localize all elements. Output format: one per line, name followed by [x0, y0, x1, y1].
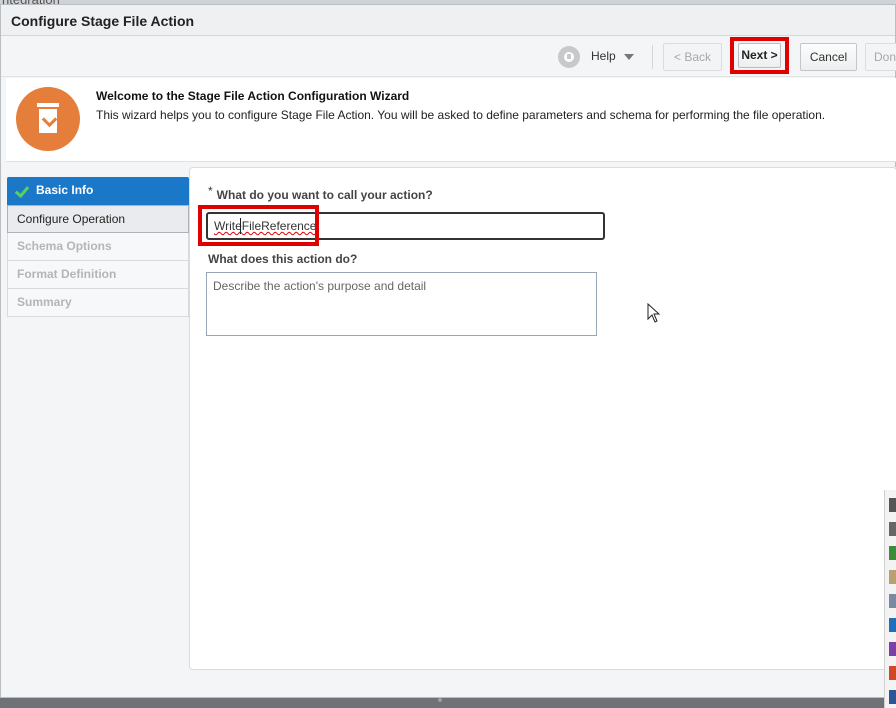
- resize-grip[interactable]: [438, 698, 442, 702]
- help-label: Help: [591, 49, 616, 63]
- wizard-toolbar: Help < Back Next > Cancel Done: [1, 37, 896, 77]
- step-configure-operation[interactable]: Configure Operation: [7, 205, 189, 233]
- toolbar-divider: [652, 45, 653, 69]
- back-button[interactable]: < Back: [663, 43, 722, 71]
- printer-icon[interactable]: [889, 594, 896, 608]
- chevron-down-icon: [623, 54, 634, 60]
- chart-icon[interactable]: [889, 546, 896, 560]
- step-label: Configure Operation: [17, 212, 126, 226]
- step-summary: Summary: [7, 289, 189, 317]
- powerpoint-icon[interactable]: [889, 666, 896, 680]
- required-marker: *: [208, 184, 213, 198]
- outlook-icon[interactable]: [889, 618, 896, 632]
- welcome-heading: Welcome to the Stage File Action Configu…: [96, 89, 410, 103]
- next-button-highlight: Next >: [730, 37, 789, 74]
- done-button[interactable]: Done: [865, 43, 896, 71]
- desktop-taskbar-edge: [884, 490, 896, 708]
- step-basic-info[interactable]: Basic Info: [7, 177, 189, 205]
- step-label: Schema Options: [17, 239, 112, 253]
- cancel-button[interactable]: Cancel: [800, 43, 857, 71]
- welcome-banner: Welcome to the Stage File Action Configu…: [6, 78, 896, 162]
- onenote-icon[interactable]: [889, 642, 896, 656]
- save-icon[interactable]: [889, 498, 896, 512]
- step-label: Format Definition: [17, 267, 117, 281]
- word-icon[interactable]: [889, 690, 896, 704]
- welcome-description: This wizard helps you to configure Stage…: [96, 108, 826, 122]
- basic-info-panel: * What do you want to call your action? W…: [189, 167, 896, 670]
- dialog-title-bar[interactable]: Configure Stage File Action: [1, 5, 895, 36]
- action-description-label: What does this action do?: [208, 252, 358, 266]
- wizard-icon: [16, 87, 80, 151]
- step-label: Basic Info: [36, 183, 94, 197]
- next-button[interactable]: Next >: [738, 43, 781, 68]
- help-menu-button[interactable]: Help: [591, 49, 634, 63]
- action-name-highlight: [198, 205, 319, 246]
- wizard-steps: Basic Info Configure Operation Schema Op…: [7, 177, 189, 317]
- step-label: Summary: [17, 295, 72, 309]
- help-icon[interactable]: [558, 46, 580, 68]
- save-as-icon[interactable]: [889, 522, 896, 536]
- dialog-title: Configure Stage File Action: [11, 13, 195, 29]
- checkmark-icon: [14, 182, 30, 199]
- step-schema-options: Schema Options: [7, 233, 189, 261]
- step-format-definition: Format Definition: [7, 261, 189, 289]
- configure-stage-file-dialog: Configure Stage File Action Help < Back …: [0, 4, 896, 698]
- action-name-label: * What do you want to call your action?: [208, 184, 433, 202]
- document-icon[interactable]: [889, 570, 896, 584]
- action-description-input[interactable]: [206, 272, 597, 336]
